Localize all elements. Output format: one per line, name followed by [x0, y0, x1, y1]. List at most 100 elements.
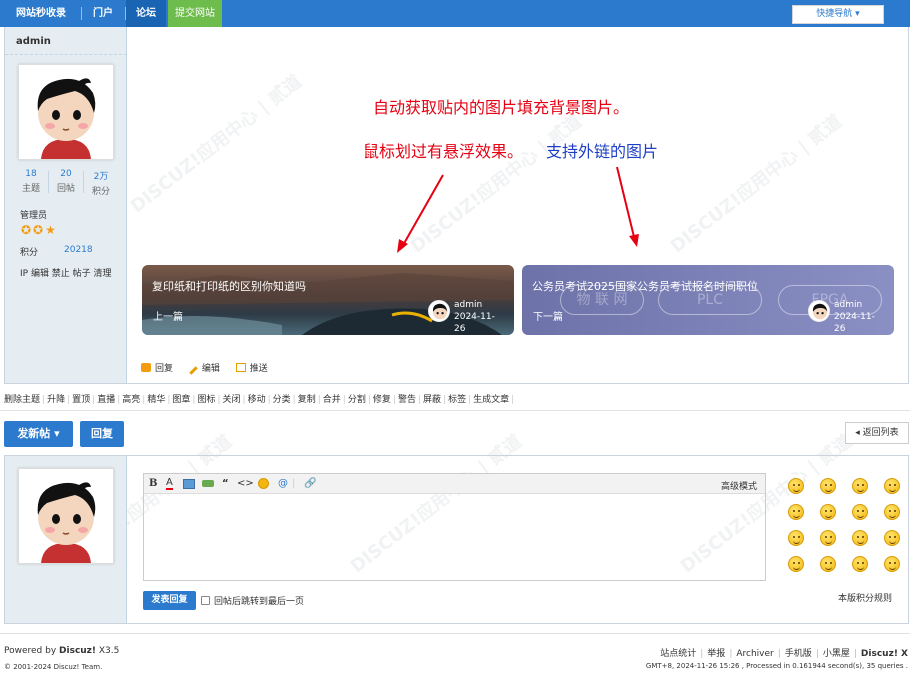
stat-replies[interactable]: 20 回帖	[49, 169, 83, 194]
mod-separator: |	[367, 395, 371, 405]
footer-link[interactable]: 小黑屋	[823, 649, 850, 659]
annotation-line-2-red: 鼠标划过有悬浮效果。	[363, 142, 524, 161]
author-admin-links[interactable]: IP 编辑 禁止 帖子 清理	[20, 266, 112, 279]
submit-reply-button[interactable]: 发表回复	[143, 591, 196, 610]
smiley-icon[interactable]	[820, 556, 836, 572]
smiley-icon[interactable]	[258, 478, 269, 489]
footer-links: 站点统计 | 举报 | Archiver | 手机版 | 小黑屋 | Discuz! X	[660, 646, 908, 659]
smiley-icon[interactable]	[820, 478, 836, 494]
smiley-icon[interactable]	[884, 556, 900, 572]
code-icon[interactable]: <>	[237, 478, 254, 489]
footer-separator: |	[700, 649, 704, 659]
quote-icon[interactable]: “	[222, 478, 229, 489]
smiley-icon[interactable]	[788, 478, 804, 494]
stat-credits[interactable]: 2万 积分	[84, 169, 118, 197]
stat-threads[interactable]: 18 主题	[14, 169, 48, 194]
quick-reply-box: B A “ <> @ | 🔗 高级模式 发表回复 回帖后跳转到最后一页 本版积分…	[4, 455, 909, 624]
author-avatar[interactable]	[18, 64, 114, 160]
next-thread-title[interactable]: 公务员考试2025国家公务员考试报名时间职位	[532, 278, 758, 294]
mod-separator: |	[292, 395, 296, 405]
smiley-icon[interactable]	[820, 530, 836, 546]
author-role[interactable]: 管理员	[20, 208, 47, 221]
mod-action-item[interactable]: 复制	[298, 395, 316, 405]
mod-separator: |	[392, 395, 396, 405]
nav-item-portal[interactable]: 门户	[86, 0, 120, 27]
mod-action-item[interactable]: 图标	[197, 395, 215, 405]
edit-action[interactable]: 编辑	[189, 364, 220, 375]
post-actions: 回复 编辑 推送	[141, 361, 281, 375]
current-user-avatar[interactable]	[18, 468, 114, 564]
new-post-button[interactable]: 发新帖 ▾	[4, 421, 73, 447]
author-name[interactable]: admin	[16, 36, 51, 47]
prev-thread-card[interactable]: 复印纸和打印纸的区别你知道吗 上一篇 admin 2024-11-26	[142, 265, 514, 335]
mod-action-item[interactable]: 合并	[323, 395, 341, 405]
nav-item-forum[interactable]: 论坛	[126, 0, 166, 27]
mod-action-item[interactable]: 升降	[47, 395, 65, 405]
smiley-icon[interactable]	[820, 504, 836, 520]
discuz-link[interactable]: Discuz!	[59, 646, 96, 656]
mod-action-item[interactable]: 生成文章	[473, 395, 509, 405]
pencil-icon	[189, 366, 198, 375]
next-thread-card[interactable]: 物 联 网 PLC FPGA 公务员考试2025国家公务员考试报名时间职位 下一…	[522, 265, 894, 335]
toolbar-divider: |	[292, 478, 296, 489]
smiley-icon[interactable]	[884, 530, 900, 546]
at-mention-icon[interactable]: @	[278, 478, 288, 489]
footer-brand[interactable]: Discuz! X	[861, 649, 908, 659]
mod-action-item[interactable]: 精华	[147, 395, 165, 405]
reply-action[interactable]: 回复	[141, 363, 173, 374]
advanced-mode-link[interactable]: 高级模式	[721, 479, 757, 492]
moderation-toolbar: 删除主题 | 升降 | 置顶 | 直播 | 高亮 | 精华 | 图章 | 图标 | 关闭 | 移动 | 分类 | 复制 | 合并…	[4, 392, 516, 405]
mod-action-item[interactable]: 关闭	[223, 395, 241, 405]
image-icon[interactable]	[183, 479, 195, 489]
mod-separator: |	[342, 395, 346, 405]
mod-separator: |	[42, 395, 46, 405]
mod-action-item[interactable]: 分类	[273, 395, 291, 405]
footer-link[interactable]: 举报	[707, 649, 725, 659]
smiley-icon[interactable]	[788, 530, 804, 546]
smiley-icon[interactable]	[788, 556, 804, 572]
font-color-icon[interactable]: A	[166, 478, 173, 490]
reply-button[interactable]: 回复	[80, 421, 124, 447]
mod-action-item[interactable]: 高亮	[122, 395, 140, 405]
smiley-icon[interactable]	[852, 530, 868, 546]
back-to-list-button[interactable]: ◂ 返回列表	[845, 422, 909, 444]
quick-navigation-dropdown[interactable]: 快捷导航 ▾	[792, 5, 884, 24]
smiley-icon[interactable]	[884, 504, 900, 520]
mod-action-item[interactable]: 警告	[398, 395, 416, 405]
smiley-icon[interactable]	[852, 504, 868, 520]
mod-separator: |	[117, 395, 121, 405]
footer-link[interactable]: 手机版	[785, 649, 812, 659]
annotation-line-2-blue: 支持外链的图片	[546, 142, 659, 161]
footer-link[interactable]: Archiver	[736, 649, 773, 659]
mod-action-item[interactable]: 屏蔽	[423, 395, 441, 405]
smiley-icon[interactable]	[884, 478, 900, 494]
jump-last-page-option[interactable]: 回帖后跳转到最后一页	[201, 594, 304, 607]
bold-icon[interactable]: B	[149, 478, 157, 489]
footer-link[interactable]: 站点统计	[660, 649, 696, 659]
jump-checkbox[interactable]	[201, 596, 210, 605]
avatar-cartoon-boy-icon	[37, 78, 96, 159]
nav-item-submit-site[interactable]: 提交网站	[168, 0, 222, 27]
prev-thread-label: 上一篇	[153, 312, 183, 323]
smiley-icon[interactable]	[852, 478, 868, 494]
mod-action-item[interactable]: 置顶	[72, 395, 90, 405]
smiley-icon[interactable]	[788, 504, 804, 520]
site-name-link[interactable]: 网站秒收录	[4, 0, 78, 27]
mod-action-item[interactable]: 直播	[97, 395, 115, 405]
mod-action-item[interactable]: 分割	[348, 395, 366, 405]
attachment-image-icon[interactable]	[202, 480, 214, 487]
link-icon[interactable]: 🔗	[304, 478, 316, 489]
push-icon	[235, 363, 246, 372]
rank-stars-icon: ✪✪★	[21, 223, 58, 237]
footer-separator: |	[815, 649, 819, 659]
mod-action-item[interactable]: 图章	[172, 395, 190, 405]
prev-thread-title[interactable]: 复印纸和打印纸的区别你知道吗	[152, 278, 306, 294]
credit-rules-link[interactable]: 本版积分规则	[838, 591, 892, 604]
smiley-icon[interactable]	[852, 556, 868, 572]
push-action[interactable]: 推送	[235, 363, 268, 374]
author-stats: 18 主题 20 回帖 2万 积分	[14, 169, 118, 197]
mod-action-item[interactable]: 标签	[448, 395, 466, 405]
mod-action-item[interactable]: 修复	[373, 395, 391, 405]
mod-action-item[interactable]: 删除主题	[4, 395, 40, 405]
mod-action-item[interactable]: 移动	[248, 395, 266, 405]
